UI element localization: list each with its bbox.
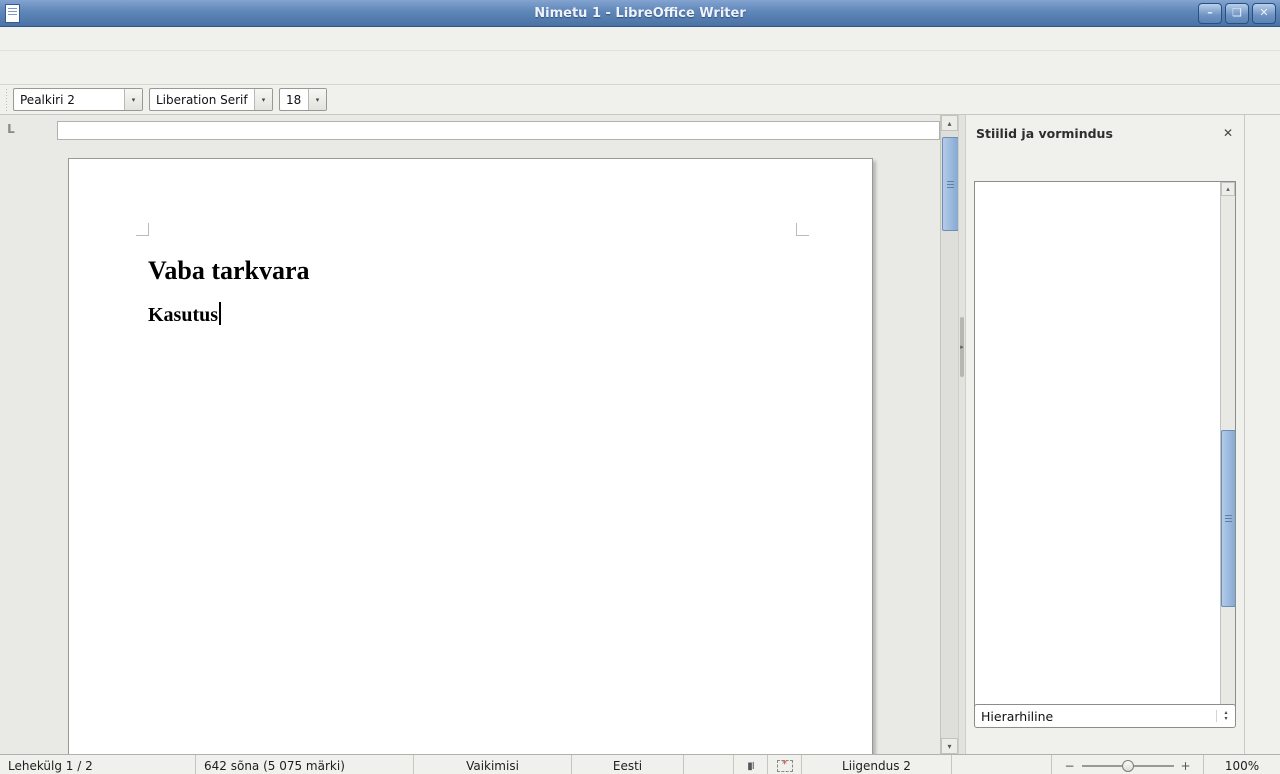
zoom-in-icon[interactable]: + — [1181, 759, 1191, 773]
sidebar-tabbar — [1244, 115, 1280, 754]
libreoffice-writer-window: Nimetu 1 - LibreOffice Writer –❑✕ Pealki… — [0, 0, 1280, 774]
tab-stop-selector[interactable]: L — [4, 122, 18, 138]
scroll-up-icon[interactable]: ▴ — [1221, 182, 1235, 196]
view-layout-buttons — [952, 755, 1052, 774]
horizontal-ruler[interactable]: L — [0, 115, 940, 145]
doc-section-heading: Kasutus — [148, 302, 794, 328]
standard-toolbar — [0, 51, 1280, 85]
document-canvas[interactable]: Vaba tarkvara Kasutus — [0, 145, 940, 754]
zoom-slider-knob[interactable] — [1122, 760, 1134, 772]
chevron-down-icon[interactable]: ▾ — [124, 89, 142, 110]
document-page[interactable]: Vaba tarkvara Kasutus — [68, 158, 873, 754]
panel-close-icon[interactable]: ✕ — [1220, 126, 1236, 140]
chevron-down-icon[interactable]: ▾ — [308, 89, 326, 110]
text-boundary-mark — [136, 223, 149, 236]
insert-mode-icon[interactable]: ▮I — [734, 755, 768, 774]
document-text[interactable]: Vaba tarkvara Kasutus — [69, 159, 872, 328]
status-page-style[interactable]: Vaikimisi — [414, 755, 572, 774]
close-button[interactable]: ✕ — [1252, 3, 1276, 24]
titlebar: Nimetu 1 - LibreOffice Writer –❑✕ — [0, 0, 1280, 27]
selection-mode-icon[interactable]: * — [768, 755, 802, 774]
window-title: Nimetu 1 - LibreOffice Writer — [0, 6, 1280, 21]
text-boundary-mark — [796, 223, 809, 236]
thumb-grip-icon — [947, 181, 954, 188]
chevron-down-icon[interactable]: ▾ — [254, 89, 272, 110]
zoom-percent[interactable]: 100% — [1204, 755, 1280, 774]
main-content: L Vaba tarkvara Kasutus — [0, 115, 1280, 754]
scrollbar-thumb[interactable] — [1221, 430, 1236, 607]
maximize-button[interactable]: ❑ — [1225, 3, 1249, 24]
status-language[interactable]: Eesti — [572, 755, 684, 774]
app-icon — [5, 4, 20, 23]
status-spacer — [684, 755, 734, 774]
statusbar: Lehekülg 1 / 2 642 sõna (5 075 märki) Va… — [0, 754, 1280, 774]
scroll-down-icon[interactable]: ▾ — [941, 738, 958, 754]
style-list-scrollbar[interactable]: ▴ ▾ — [1220, 182, 1235, 720]
status-outline-level[interactable]: Liigendus 2 — [802, 755, 952, 774]
font-size-select[interactable]: 18 ▾ — [279, 88, 327, 111]
toolbar-grip[interactable] — [4, 89, 9, 111]
doc-title-heading: Vaba tarkvara — [148, 256, 794, 286]
scroll-up-icon[interactable]: ▴ — [941, 115, 958, 131]
zoom-out-icon[interactable]: − — [1064, 759, 1074, 773]
zoom-slider[interactable]: − + — [1052, 755, 1204, 774]
font-name-select[interactable]: Liberation Serif ▾ — [149, 88, 273, 111]
styles-and-formatting-panel: Stiilid ja vormindus ✕ ▴ ▾ Hierar — [966, 115, 1244, 754]
spinner-icon[interactable]: ▴▾ — [1216, 710, 1235, 722]
document-scrollbar[interactable]: ▴ ▾ — [940, 115, 958, 754]
style-list: ▴ ▾ — [974, 181, 1236, 721]
scrollbar-thumb[interactable] — [942, 137, 959, 231]
style-filter-select[interactable]: Hierarhiline ▴▾ — [974, 704, 1236, 728]
formatting-toolbar: Pealkiri 2 ▾ Liberation Serif ▾ 18 ▾ — [0, 85, 1280, 115]
panel-title: Stiilid ja vormindus — [976, 126, 1220, 141]
minimize-button[interactable]: – — [1198, 3, 1222, 24]
panel-splitter[interactable]: ▸ — [958, 115, 966, 754]
status-word-count[interactable]: 642 sõna (5 075 märki) — [196, 755, 414, 774]
thumb-grip-icon — [1225, 515, 1232, 522]
splitter-arrow-icon: ▸ — [960, 343, 964, 351]
splitter-handle[interactable]: ▸ — [960, 317, 964, 377]
status-page-number[interactable]: Lehekülg 1 / 2 — [0, 755, 196, 774]
paragraph-style-select[interactable]: Pealkiri 2 ▾ — [13, 88, 143, 111]
text-cursor — [219, 302, 221, 325]
menubar — [0, 27, 1280, 51]
